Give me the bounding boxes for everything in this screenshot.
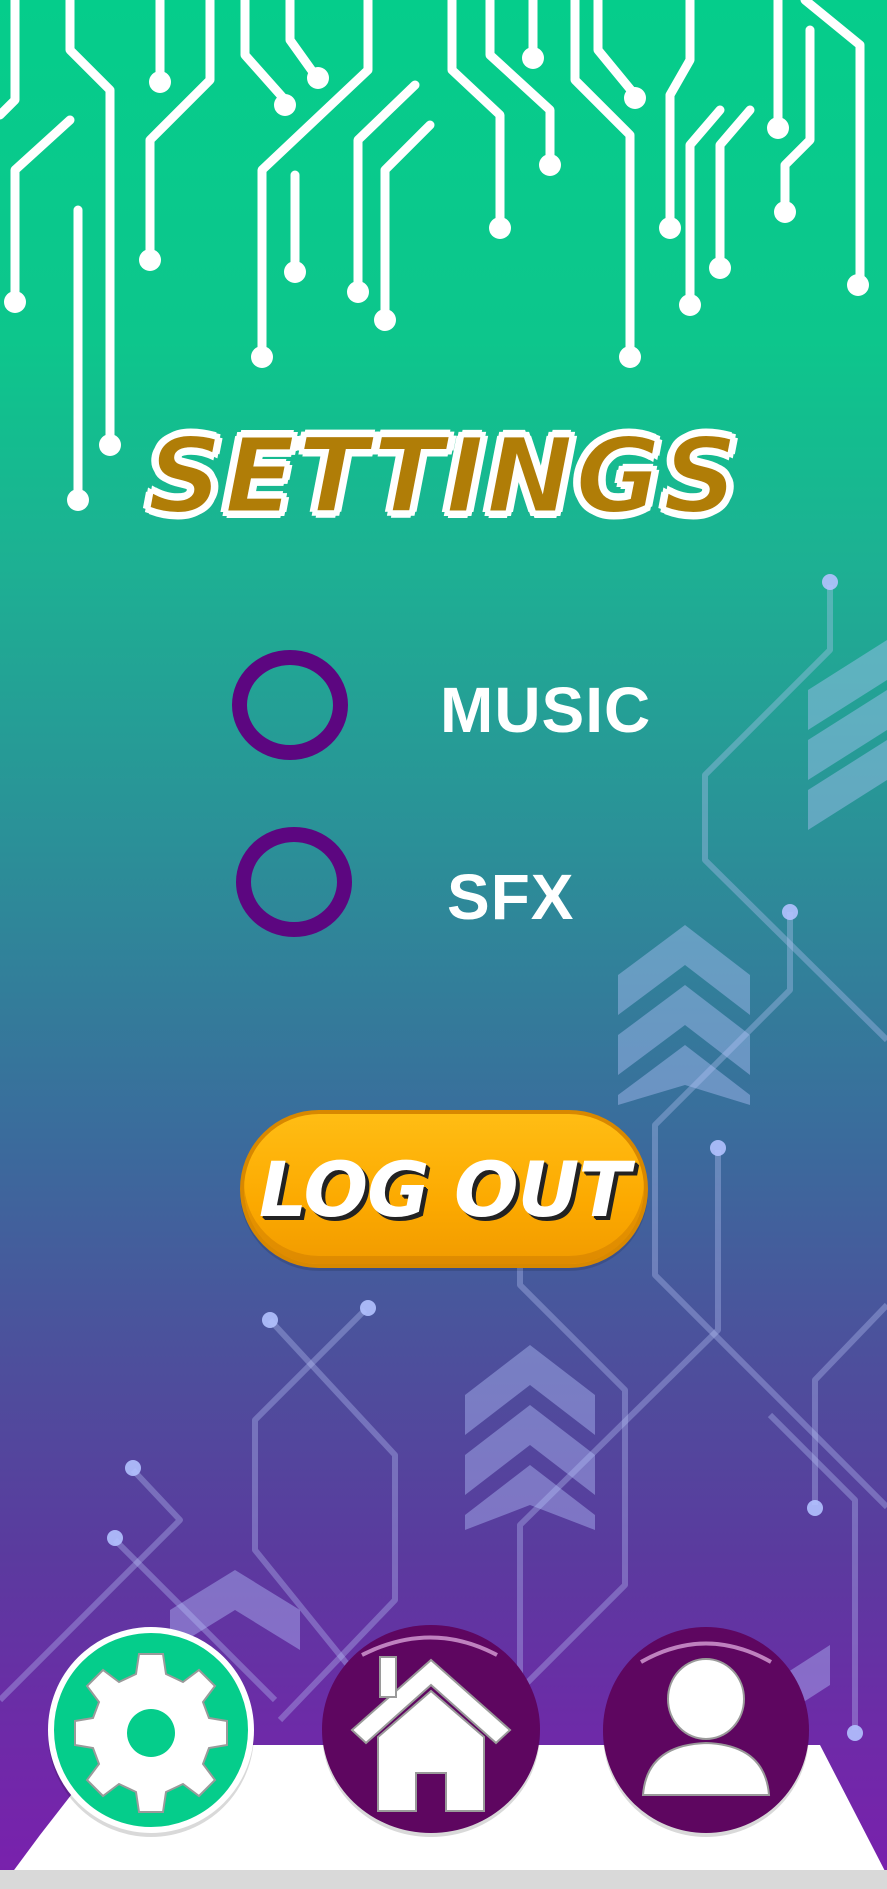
- gear-icon: [74, 1653, 228, 1813]
- nav-platform: [0, 1745, 887, 1889]
- nav-profile-button[interactable]: [603, 1627, 809, 1833]
- user-icon: [640, 1641, 772, 1796]
- nav-settings-button[interactable]: [48, 1627, 254, 1833]
- nav-home-button[interactable]: [322, 1625, 540, 1833]
- home-icon: [350, 1635, 512, 1812]
